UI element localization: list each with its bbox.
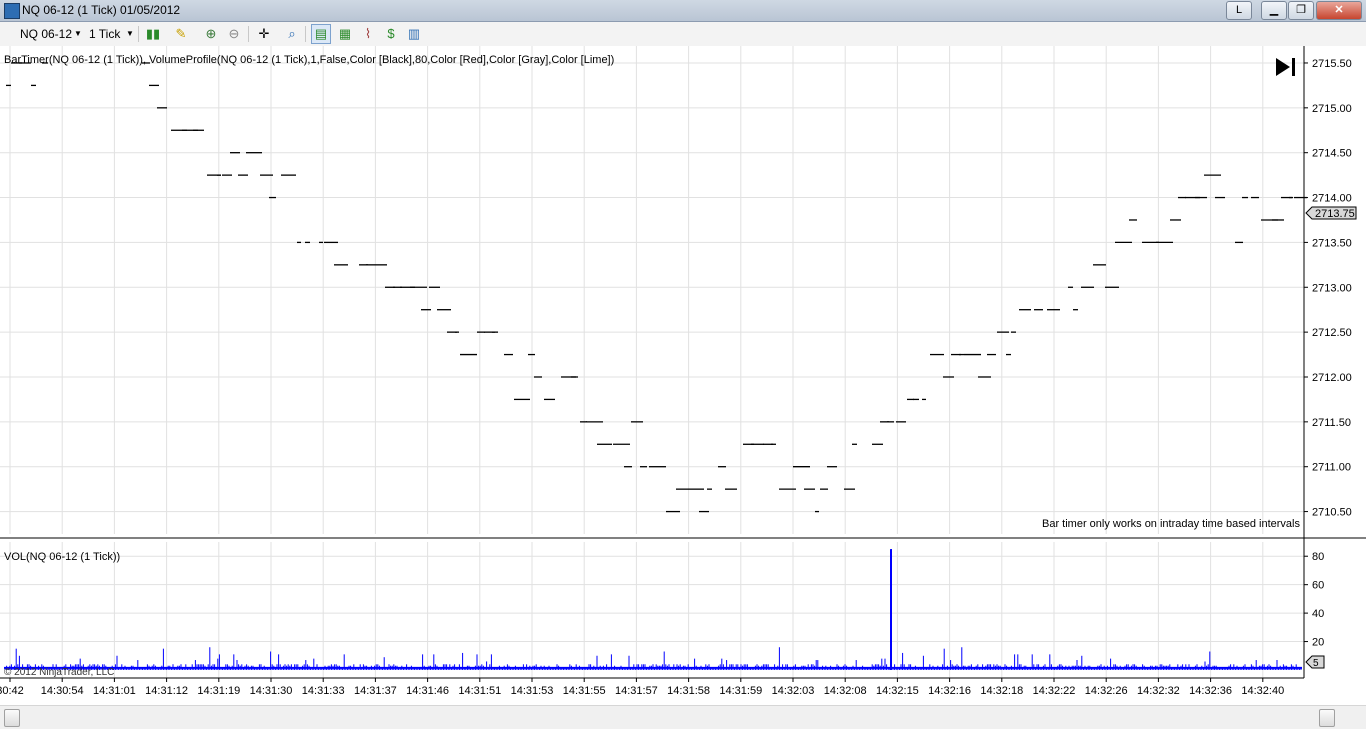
- price-tick-label: 2710.50: [1312, 507, 1352, 519]
- scroll-right-button[interactable]: [1319, 709, 1335, 727]
- price-tick-label: 2712.00: [1312, 372, 1352, 384]
- time-tick-label: 14:32:16: [928, 685, 971, 697]
- chart-canvas[interactable]: 2715.50 2715.00 2714.50 2714.00 2713.50 2713.…: [0, 46, 1366, 705]
- chart-trader-icon[interactable]: ▤: [311, 24, 331, 44]
- volume-tick-label: 40: [1312, 608, 1324, 620]
- window-titlebar: NQ 06-12 (1 Tick) 01/05/2012 L ▁ ❐ ✕: [0, 0, 1366, 22]
- bar-style-icon[interactable]: ▦: [336, 25, 354, 43]
- time-tick-label: 14:32:08: [824, 685, 867, 697]
- properties-icon[interactable]: ▥: [405, 25, 423, 43]
- time-tick-label: 14:31:53: [511, 685, 554, 697]
- time-tick-label: 14:30:54: [41, 685, 84, 697]
- time-tick-label: 14:31:37: [354, 685, 397, 697]
- price-tick-label: 2714.50: [1312, 148, 1352, 160]
- pencil-icon[interactable]: ✎: [172, 25, 190, 43]
- time-tick-label: 14:31:01: [93, 685, 136, 697]
- time-tick-label: 14:31:58: [667, 685, 710, 697]
- toolbar-separator: [248, 26, 249, 42]
- link-button[interactable]: L: [1226, 1, 1252, 20]
- time-tick-label: 14:31:46: [406, 685, 449, 697]
- price-tick-label: 2711.50: [1312, 417, 1351, 429]
- dollar-icon[interactable]: $: [382, 25, 400, 43]
- interval-selector[interactable]: 1 Tick: [89, 25, 120, 43]
- bar-timer-message: Bar timer only works on intraday time ba…: [1042, 518, 1300, 530]
- candlestick-icon[interactable]: ▮▮: [144, 25, 162, 43]
- time-tick-label: 14:31:51: [458, 685, 501, 697]
- time-tick-label: 14:32:40: [1241, 685, 1284, 697]
- time-tick-label: 14:32:26: [1085, 685, 1128, 697]
- close-button[interactable]: ✕: [1316, 1, 1362, 20]
- horizontal-scrollbar[interactable]: [0, 705, 1366, 729]
- time-tick-label: 14:32:18: [980, 685, 1023, 697]
- time-tick-label: 14:31:30: [250, 685, 293, 697]
- chart-style-icon[interactable]: ⌇: [359, 25, 377, 43]
- scroll-left-button[interactable]: [4, 709, 20, 727]
- price-tick-label: 2712.50: [1312, 327, 1352, 339]
- instrument-selector[interactable]: NQ 06-12: [20, 25, 72, 43]
- price-tick-label: 2714.00: [1312, 193, 1352, 205]
- crosshair-icon[interactable]: ✛: [255, 25, 273, 43]
- current-price-marker: 2713.75: [1305, 206, 1357, 220]
- toolbar-separator: [138, 26, 139, 42]
- copyright-label: © 2012 NinjaTrader, LLC: [4, 667, 114, 678]
- chevron-down-icon[interactable]: ▼: [126, 25, 134, 43]
- volume-tick-label: 80: [1312, 551, 1324, 563]
- price-tick-label: 2713.50: [1312, 237, 1352, 249]
- minimize-button[interactable]: ▁: [1261, 1, 1287, 20]
- price-tick-label: 2713.00: [1312, 282, 1352, 294]
- window-title: NQ 06-12 (1 Tick) 01/05/2012: [22, 3, 181, 17]
- price-tick-label: 2715.50: [1312, 58, 1352, 70]
- time-tick-label: 14:32:03: [772, 685, 815, 697]
- chart-app-icon: [4, 3, 20, 19]
- time-tick-label: 14:31:19: [197, 685, 240, 697]
- current-price-label: 2713.75: [1315, 208, 1355, 220]
- time-tick-label: 14:31:55: [563, 685, 606, 697]
- time-tick-label: 14:31:33: [302, 685, 345, 697]
- chevron-down-icon[interactable]: ▼: [74, 25, 82, 43]
- price-panel-label: BarTimer(NQ 06-12 (1 Tick)), VolumeProfi…: [4, 54, 614, 66]
- volume-tick-label: 60: [1312, 580, 1324, 592]
- time-tick-label: 14:31:12: [145, 685, 188, 697]
- time-tick-label: 14:32:22: [1033, 685, 1076, 697]
- price-tick-label: 2715.00: [1312, 103, 1352, 115]
- time-tick-label: 14:32:32: [1137, 685, 1180, 697]
- chart-toolbar: NQ 06-12 ▼ 1 Tick ▼ ▮▮ ✎ ⊕ ⊖ ✛ ⌕ ▤ ▦ ⌇ $…: [0, 22, 1366, 47]
- time-tick-label: 14:32:15: [876, 685, 919, 697]
- time-tick-label: 14:32:36: [1189, 685, 1232, 697]
- remove-indicator-icon[interactable]: ⊖: [225, 25, 243, 43]
- time-tick-label: 30:42: [0, 685, 24, 697]
- current-volume-label: 5: [1313, 658, 1319, 669]
- time-tick-label: 14:31:57: [615, 685, 658, 697]
- toolbar-separator: [305, 26, 306, 42]
- volume-tick-label: 20: [1312, 637, 1324, 649]
- price-tick-label: 2711.00: [1312, 462, 1351, 474]
- time-tick-label: 14:31:59: [719, 685, 762, 697]
- add-indicator-icon[interactable]: ⊕: [202, 25, 220, 43]
- volume-panel-label: VOL(NQ 06-12 (1 Tick)): [4, 551, 120, 563]
- zoom-icon[interactable]: ⌕: [283, 25, 301, 43]
- restore-button[interactable]: ❐: [1288, 1, 1314, 20]
